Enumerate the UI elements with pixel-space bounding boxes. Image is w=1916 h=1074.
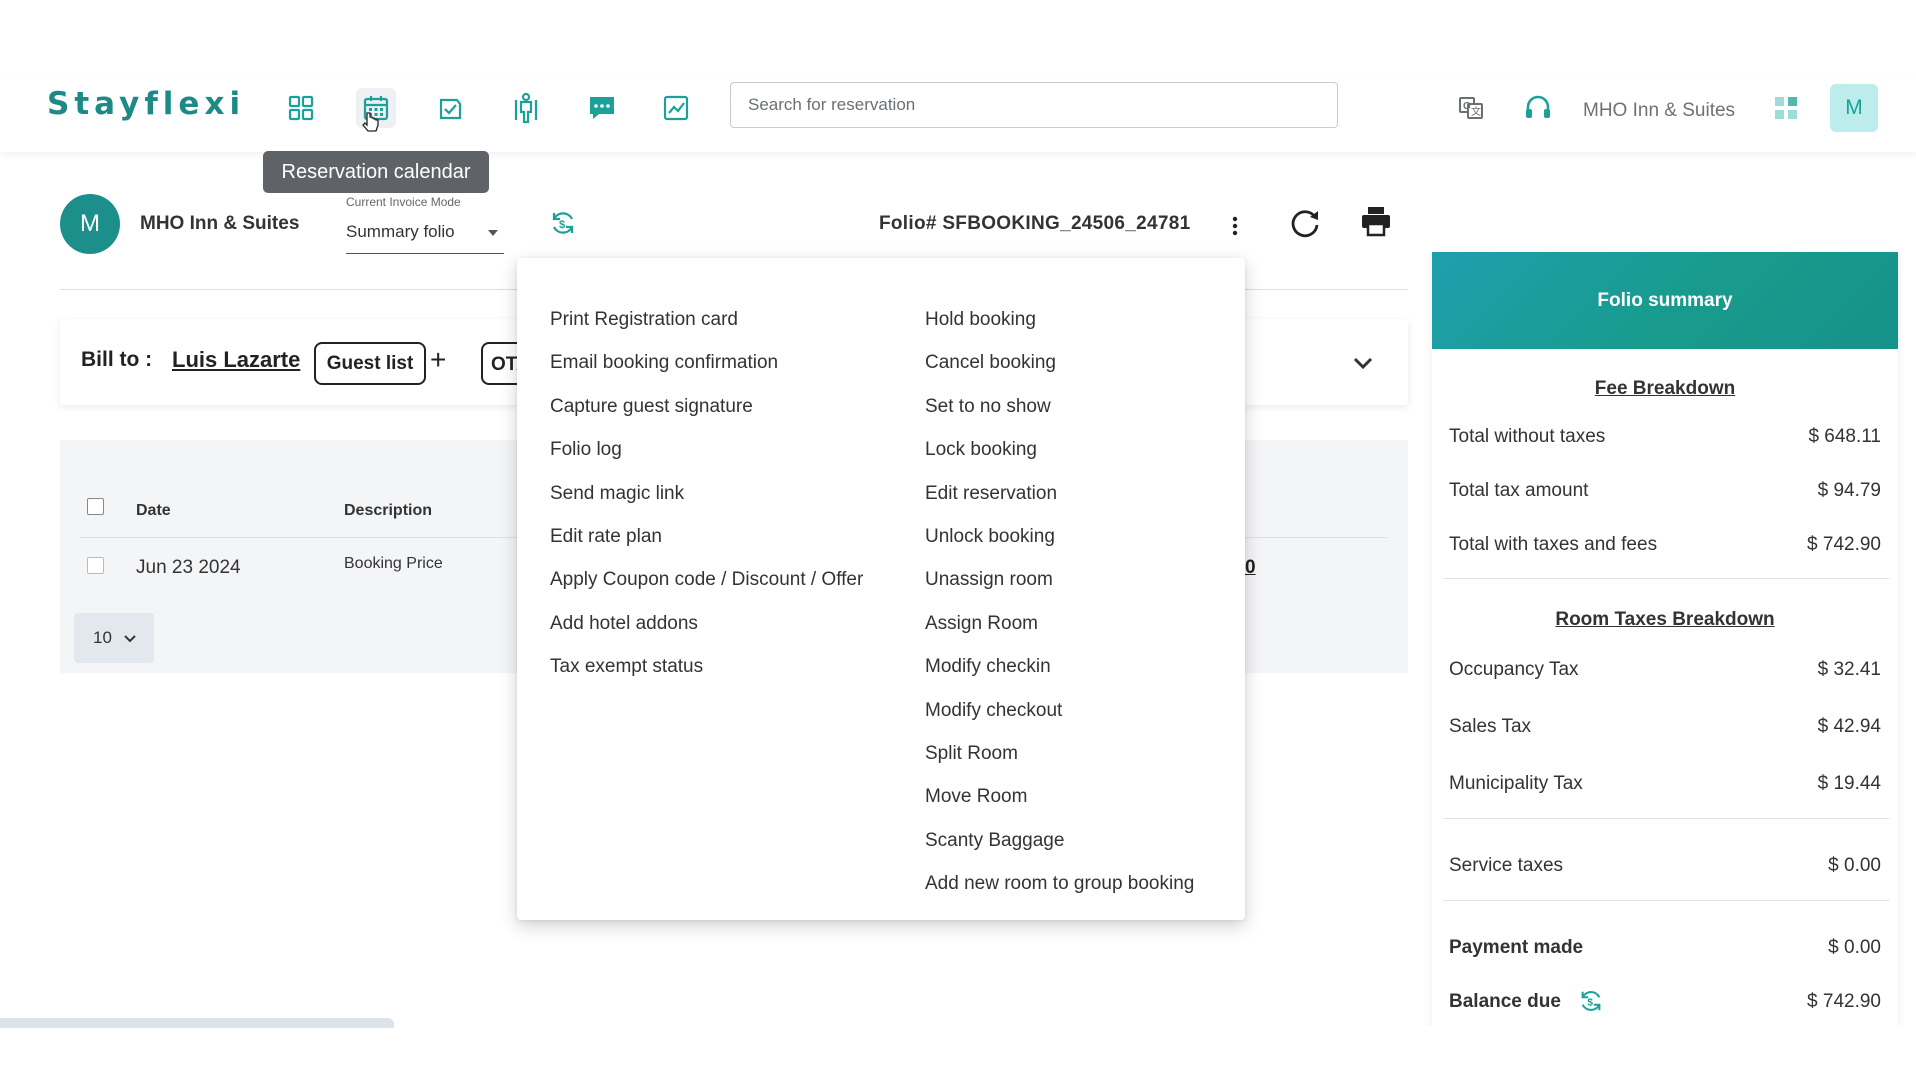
hotel-selector[interactable]: MHO Inn & Suites [1583, 100, 1735, 122]
menu-item[interactable]: Edit rate plan [550, 526, 662, 548]
menu-item[interactable]: Folio log [550, 439, 622, 461]
menu-item[interactable]: Tax exempt status [550, 656, 703, 678]
menu-item[interactable]: Print Registration card [550, 309, 738, 331]
fee-value: $ 742.90 [1807, 534, 1881, 555]
more-vert-icon[interactable] [1217, 208, 1253, 244]
menu-item[interactable]: Assign Room [925, 613, 1038, 635]
rows-per-page-select[interactable]: 10 [74, 613, 154, 663]
print-icon[interactable] [1359, 204, 1393, 243]
guest-list-button[interactable]: Guest list [314, 342, 426, 385]
payment-made-value: $ 0.00 [1828, 937, 1881, 958]
hotel-avatar: M [60, 194, 120, 254]
headset-icon[interactable] [1518, 88, 1558, 128]
checkin-icon[interactable] [430, 88, 470, 128]
room-taxes-title: Room Taxes Breakdown [1555, 609, 1775, 630]
menu-item[interactable]: Set to no show [925, 396, 1051, 418]
invoice-mode-label: Current Invoice Mode [346, 195, 461, 209]
tax-value: $ 42.94 [1817, 716, 1881, 737]
tax-label: Occupancy Tax [1449, 659, 1579, 680]
user-avatar[interactable]: M [1830, 84, 1878, 132]
menu-item[interactable]: Move Room [925, 786, 1027, 808]
menu-item[interactable]: Capture guest signature [550, 396, 753, 418]
fee-label: Total with taxes and fees [1449, 534, 1658, 555]
app-logo[interactable]: Stayflexi [47, 86, 245, 122]
currency-sync-icon[interactable]: $ [1578, 988, 1604, 1019]
dashboard-icon[interactable] [281, 88, 321, 128]
tooltip: Reservation calendar [263, 151, 489, 193]
payment-made-label: Payment made [1449, 937, 1584, 958]
menu-item[interactable]: Cancel booking [925, 352, 1056, 374]
messages-icon[interactable] [582, 88, 622, 128]
fee-breakdown-title: Fee Breakdown [1594, 378, 1736, 399]
service-taxes-value: $ 0.00 [1828, 855, 1881, 876]
fee-value: $ 648.11 [1808, 426, 1881, 447]
folio-summary-panel [1432, 252, 1898, 1026]
fee-value: $ 94.79 [1817, 480, 1881, 501]
menu-item[interactable]: Apply Coupon code / Discount / Offer [550, 569, 863, 591]
svg-text:$: $ [559, 219, 565, 231]
summary-divider [1443, 578, 1889, 579]
menu-item[interactable]: Add new room to group booking [925, 873, 1194, 895]
row-description: Booking Price [344, 555, 443, 572]
housekeeping-icon[interactable] [506, 88, 546, 128]
row-date: Jun 23 2024 [136, 557, 241, 578]
folio-actions-menu: Print Registration card Email booking con… [517, 258, 1245, 920]
folio-number: Folio# SFBOOKING_24506_24781 [879, 213, 1191, 234]
reports-icon[interactable] [656, 88, 696, 128]
row-checkbox[interactable] [87, 557, 104, 574]
menu-item[interactable]: Lock booking [925, 439, 1037, 461]
fee-label: Total without taxes [1449, 426, 1606, 447]
menu-item[interactable]: Add hotel addons [550, 613, 698, 635]
tax-label: Sales Tax [1449, 716, 1532, 737]
summary-divider [1443, 818, 1889, 819]
bill-to-label: Bill to : [81, 348, 153, 371]
chevron-down-icon [124, 635, 136, 643]
mouse-pointer-icon [361, 111, 381, 140]
menu-item[interactable]: Hold booking [925, 309, 1036, 331]
row-amount-link[interactable]: 0 [1245, 557, 1256, 579]
balance-due-value: $ 742.90 [1807, 991, 1881, 1012]
tax-value: $ 32.41 [1817, 659, 1881, 680]
service-taxes-label: Service taxes [1449, 855, 1564, 876]
svg-text:$: $ [1587, 998, 1593, 1009]
menu-item[interactable]: Send magic link [550, 483, 684, 505]
summary-divider [1443, 900, 1889, 901]
caret-down-icon [488, 230, 498, 236]
tax-label: Municipality Tax [1449, 773, 1583, 794]
chevron-down-icon[interactable] [1350, 350, 1376, 381]
menu-item[interactable]: Email booking confirmation [550, 352, 778, 374]
balance-due-label: Balance due [1449, 991, 1561, 1012]
currency-sync-icon[interactable]: $ [549, 209, 577, 242]
menu-item[interactable]: Split Room [925, 743, 1018, 765]
menu-item[interactable]: Unassign room [925, 569, 1053, 591]
menu-item[interactable]: Unlock booking [925, 526, 1055, 548]
menu-item[interactable]: Modify checkin [925, 656, 1051, 678]
search-input[interactable] [730, 82, 1338, 128]
bottom-area [0, 1026, 1916, 1074]
menu-item[interactable]: Modify checkout [925, 700, 1062, 722]
refresh-icon[interactable] [1288, 207, 1322, 246]
column-header-date: Date [136, 502, 171, 519]
select-all-checkbox[interactable] [87, 498, 104, 515]
rows-per-page-value: 10 [93, 628, 112, 647]
add-guest-button[interactable]: + [430, 344, 446, 376]
hotel-name: MHO Inn & Suites [140, 213, 300, 234]
folio-summary-title: Folio summary [1432, 252, 1898, 349]
menu-item[interactable]: Edit reservation [925, 483, 1057, 505]
status-bar-url [0, 1018, 394, 1028]
translate-icon[interactable]: G文 [1451, 88, 1491, 128]
fee-label: Total tax amount [1449, 480, 1589, 501]
column-header-description: Description [344, 502, 433, 519]
menu-item[interactable]: Scanty Baggage [925, 830, 1064, 852]
apps-grid-icon[interactable] [1766, 88, 1806, 128]
guest-name-link[interactable]: Luis Lazarte [172, 347, 300, 373]
svg-text:G: G [1463, 101, 1471, 112]
svg-text:文: 文 [1471, 105, 1481, 118]
invoice-mode-value: Summary folio [346, 222, 455, 241]
invoice-mode-select[interactable]: Summary folio [346, 222, 504, 254]
tax-value: $ 19.44 [1817, 773, 1881, 794]
